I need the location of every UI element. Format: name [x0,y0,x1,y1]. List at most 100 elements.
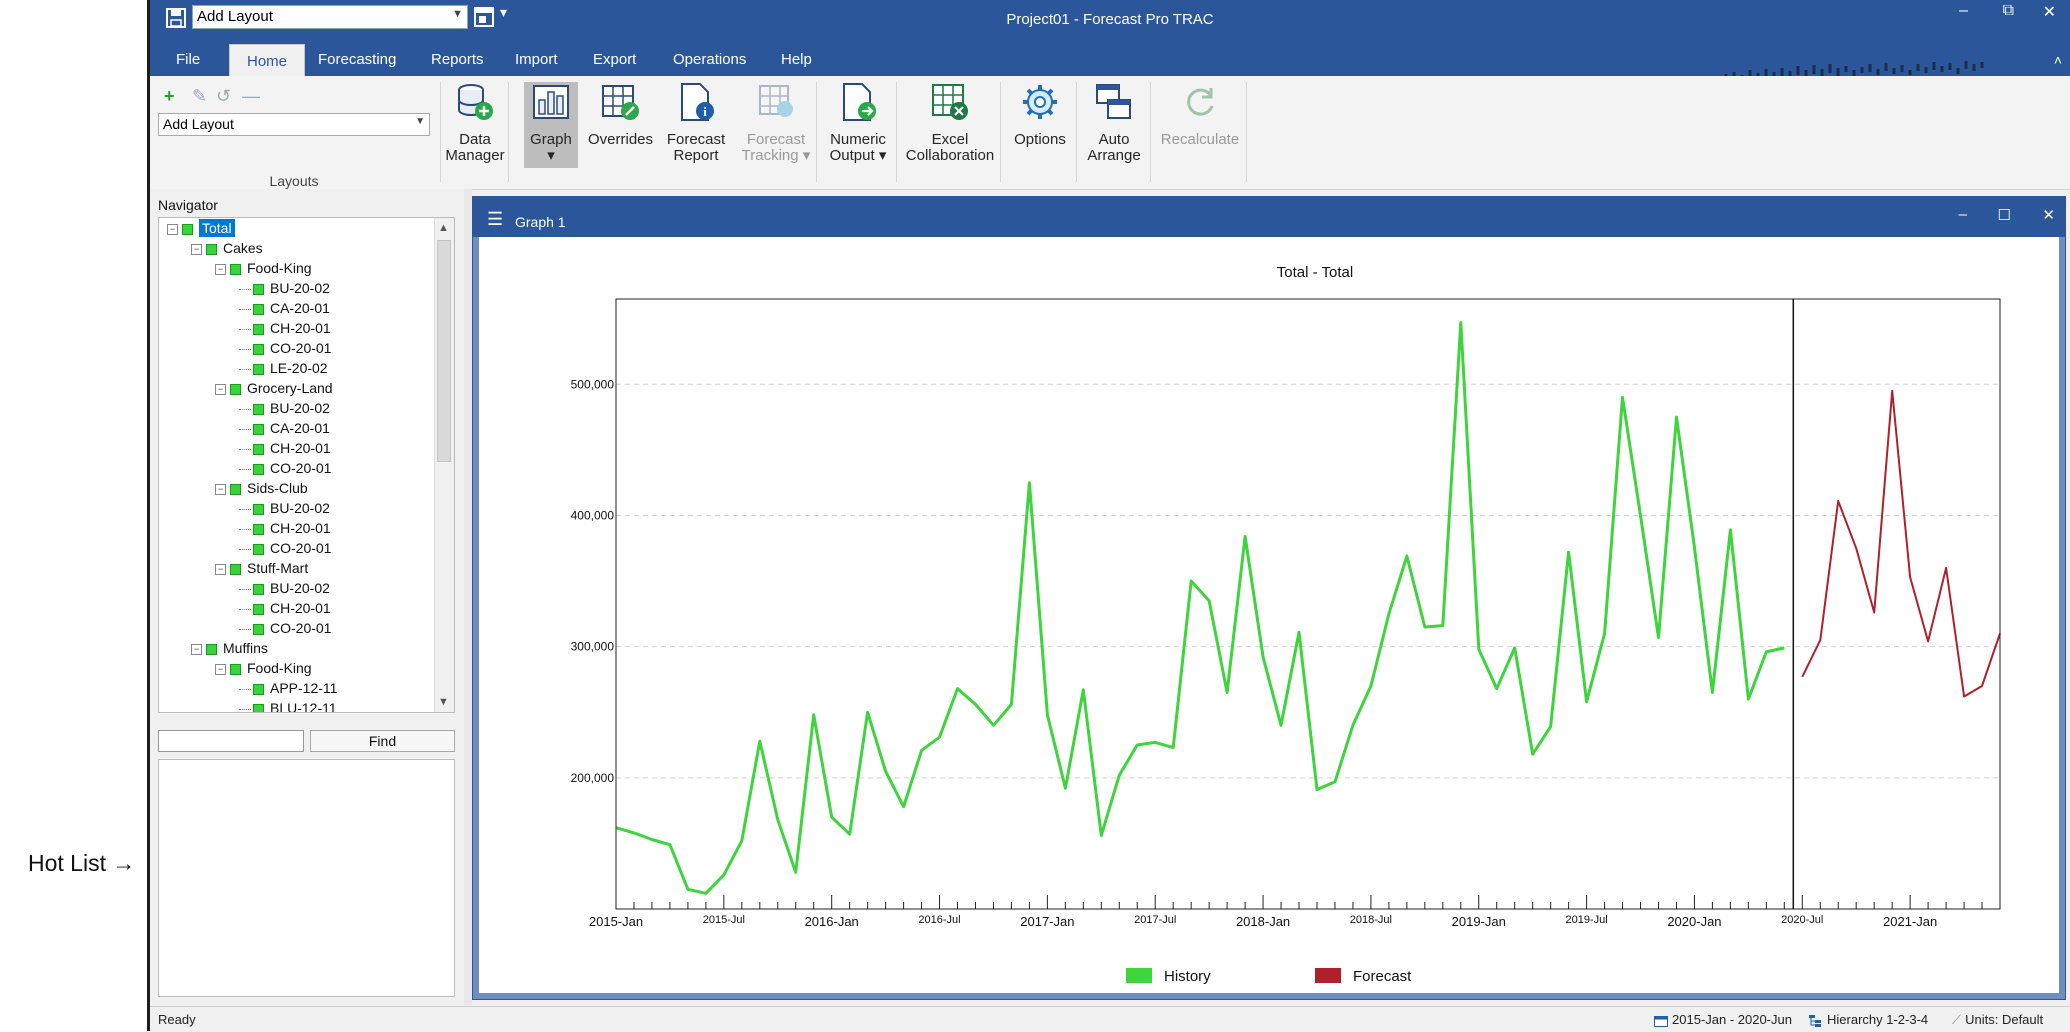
tree-node-item[interactable]: − Stuff-Mart [215,560,308,580]
status-date-range[interactable]: 2015-Jan - 2020-Jun [1654,1012,1792,1027]
tree-leaf-item[interactable]: BU-20-02 [239,400,330,420]
graph-button[interactable]: Graph ▾ [524,82,578,168]
tree-leaf-item[interactable]: CH-20-01 [239,520,331,540]
navigator-tree[interactable]: BLU-12-11 APP-12-11− Food-King − Muffins CO-2… [158,217,455,713]
tab-help[interactable]: Help [781,51,812,68]
tree-leaf-item[interactable]: CA-20-01 [239,420,330,440]
layout-select[interactable]: Add Layout ▼ [158,113,430,136]
x-tick-label: 2020-Jan [1667,914,1721,929]
x-tick-label: 2015-Jan [589,914,643,929]
graph-maximize-button[interactable]: ☐ [1998,206,2011,224]
find-input[interactable] [158,730,304,752]
edit-pencil-icon[interactable]: ✎ [192,86,207,107]
recalculate-button[interactable]: Recalculate [1156,82,1244,168]
tree-leaf-item[interactable]: BLU-12-11 [239,700,337,712]
y-tick-label: 500,000 [571,377,615,391]
collapse-icon[interactable]: − [215,383,226,395]
tree-node-item[interactable]: − Muffins [191,640,268,660]
hamburger-menu-icon[interactable]: ☰ [487,209,503,230]
tree-leaf-item[interactable]: BU-20-02 [239,500,330,520]
status-units[interactable]: ⟋ Units: Default [1952,1012,2043,1028]
tree-leaf-item[interactable]: BU-20-02 [239,580,330,600]
series-lines [615,321,2001,895]
status-square-icon [253,523,264,535]
tree-node-item[interactable]: − Total [167,219,235,240]
graph-icon [533,85,569,119]
forecast-report-button[interactable]: i Forecast Report [662,82,730,168]
collapse-icon[interactable]: − [167,223,178,235]
tree-leaf-item[interactable]: CO-20-01 [239,460,331,480]
close-button[interactable]: ✕ [2043,2,2056,22]
graph-minimize-button[interactable]: – [1959,206,1967,223]
graph-close-button[interactable]: ✕ [2042,206,2055,224]
scroll-down-icon[interactable]: ▼ [438,696,449,708]
tree-leaf-item[interactable]: CO-20-01 [239,540,331,560]
collapse-icon[interactable]: − [215,263,226,275]
numeric-output-button[interactable]: Numeric Output ▾ [824,82,892,168]
tree-node-item[interactable]: − Cakes [191,240,263,260]
title-bar: Add Layout ▼ ▾ Project01 - Forecast Pro … [150,0,2070,42]
scroll-thumb[interactable] [437,240,451,462]
excel-collaboration-button[interactable]: Excel Collaboration [904,82,996,168]
tree-connector [239,348,251,350]
scroll-up-icon[interactable]: ▲ [438,222,449,234]
data-manager-button[interactable]: Data Manager [444,82,506,168]
overrides-icon [602,85,639,120]
remove-icon[interactable]: — [242,86,260,107]
tree-item-label: BU-20-02 [270,580,330,596]
status-date-range-text: 2015-Jan - 2020-Jun [1672,1012,1792,1027]
tree-leaf-item[interactable]: CH-20-01 [239,320,331,340]
tree-connector [239,708,251,710]
options-button[interactable]: Options [1008,82,1072,168]
x-tick-label: 2016-Jan [805,914,859,929]
tree-leaf-item[interactable]: BU-20-02 [239,280,330,300]
tree-leaf-item[interactable]: CA-20-01 [239,300,330,320]
tab-reports[interactable]: Reports [431,51,484,68]
tree-node-item[interactable]: − Sids-Club [215,480,308,500]
collapse-ribbon-icon[interactable]: ˄ [2054,52,2062,68]
tree-leaf-item[interactable]: APP-12-11 [239,680,337,700]
tab-home[interactable]: Home [229,44,306,78]
restore-button[interactable]: ⧉ [2003,2,2014,20]
tree-leaf-item[interactable]: CO-20-01 [239,620,331,640]
status-square-icon [230,483,241,495]
collapse-icon[interactable]: − [191,243,202,255]
tree-node-item[interactable]: − Food-King [215,660,312,680]
tab-import[interactable]: Import [515,51,558,68]
status-square-icon [253,363,264,375]
status-square-icon [253,543,264,555]
collapse-icon[interactable]: − [191,643,202,655]
collapse-icon[interactable]: − [215,483,226,495]
collapse-icon[interactable]: − [215,663,226,675]
legend-label-history: History [1164,968,1211,985]
minimize-button[interactable]: – [1959,2,1968,20]
tree-leaf-item[interactable]: CO-20-01 [239,340,331,360]
hot-list-panel[interactable] [158,759,455,997]
add-icon[interactable]: + [164,86,175,107]
tree-node-item[interactable]: − Grocery-Land [215,380,333,400]
data-manager-label-1: Data [459,131,491,148]
tab-export[interactable]: Export [593,51,636,68]
collapse-icon[interactable]: − [215,563,226,575]
panel-splitter[interactable] [464,189,472,1006]
tab-file[interactable]: File [176,51,200,68]
tree-leaf-item[interactable]: CH-20-01 [239,600,331,620]
tree-item-label: Stuff-Mart [247,560,309,576]
status-square-icon [253,603,264,615]
graph-window-title: Graph 1 [515,214,566,230]
undo-icon[interactable]: ↺ [216,86,231,107]
tree-leaf-item[interactable]: LE-20-02 [239,360,328,380]
options-icon [1023,85,1057,119]
tree-scrollbar[interactable]: ▲ ▼ [434,218,454,712]
tree-item-label: Food-King [247,260,312,276]
overrides-button[interactable]: Overrides [588,82,653,168]
find-button[interactable]: Find [310,730,455,752]
tree-node-item[interactable]: − Food-King [215,260,312,280]
tab-forecasting[interactable]: Forecasting [318,51,396,68]
status-hierarchy[interactable]: Hierarchy 1-2-3-4 [1809,1012,1928,1027]
tree-leaf-item[interactable]: CH-20-01 [239,440,331,460]
tab-operations[interactable]: Operations [673,51,746,68]
tree-connector [239,628,251,630]
forecast-tracking-button[interactable]: Forecast Tracking ▾ [740,82,812,168]
auto-arrange-button[interactable]: Auto Arrange [1082,82,1146,168]
